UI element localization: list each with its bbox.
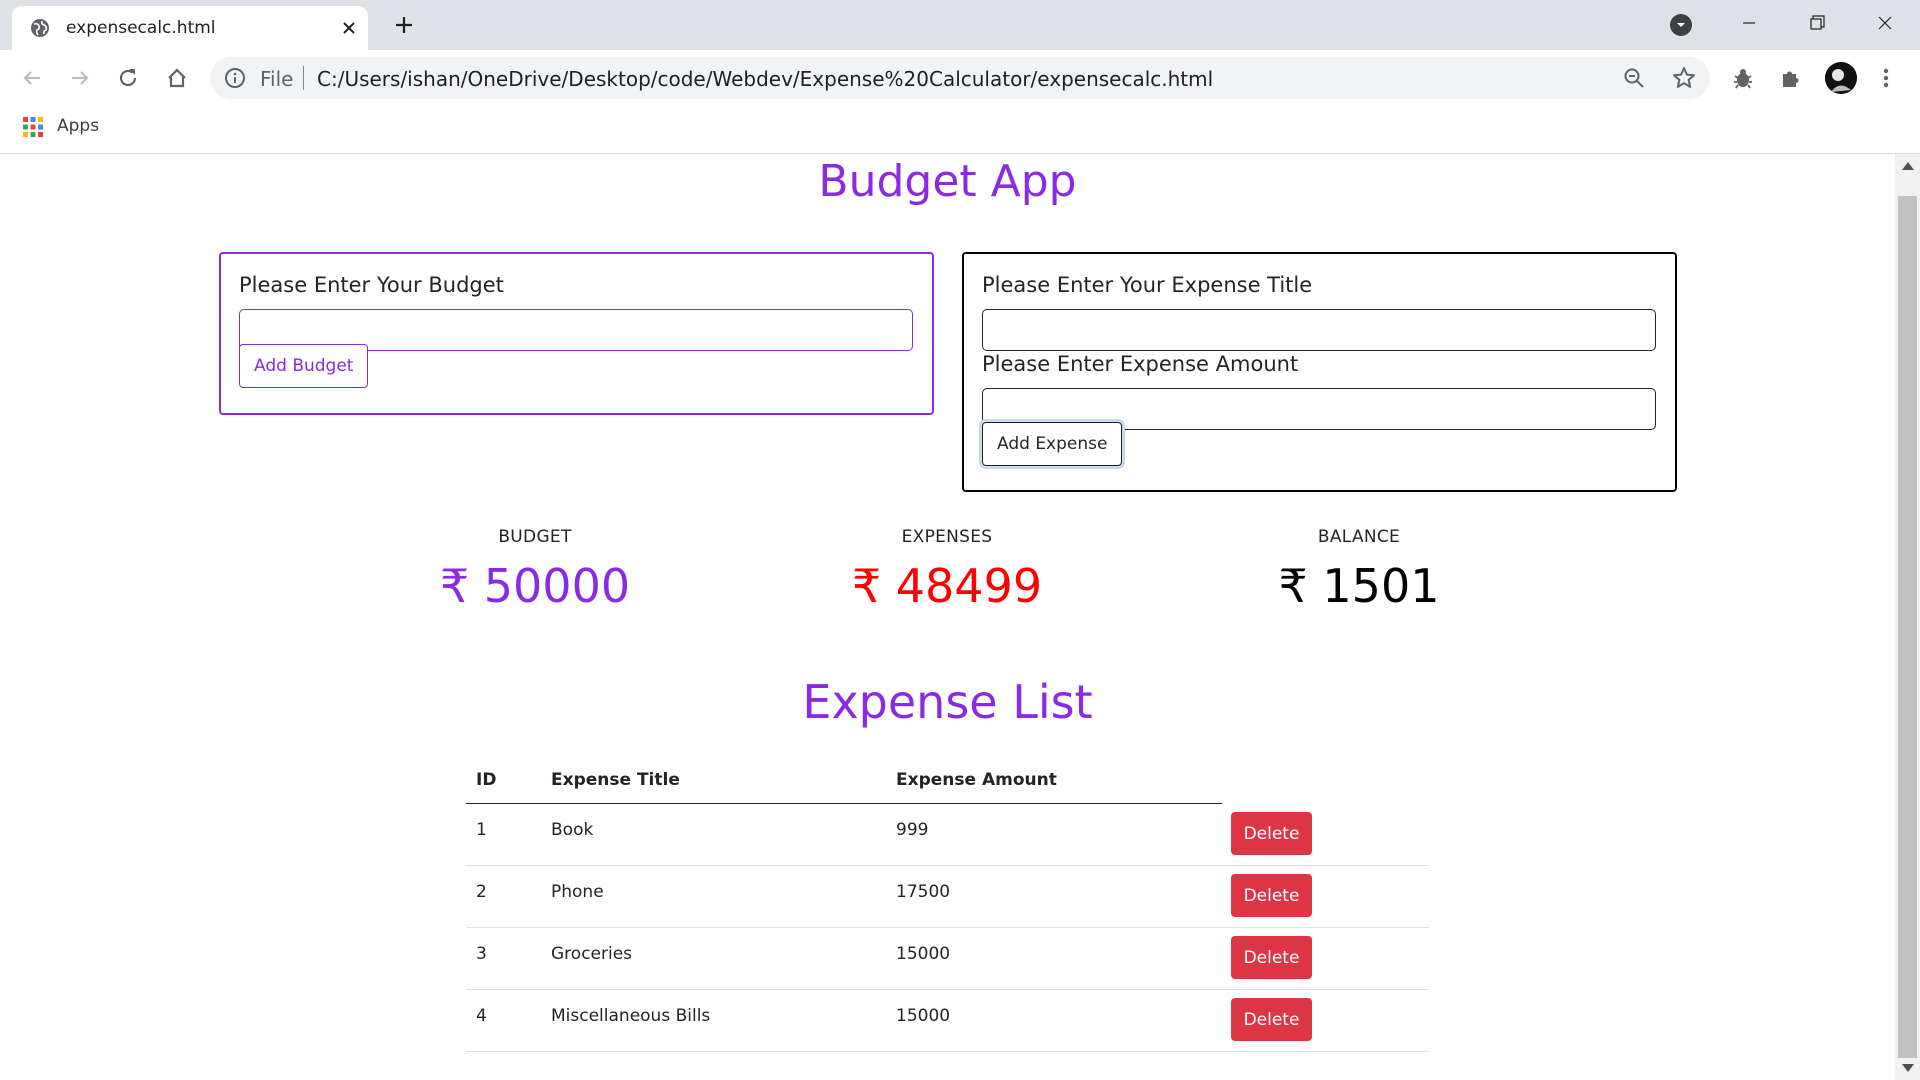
page-content: Budget App Please Enter Your Budget Add …: [0, 154, 1895, 1080]
page-title: Budget App: [818, 156, 1077, 207]
tab-strip: expensecalc.html: [0, 0, 1920, 50]
zoom-icon[interactable]: [1622, 66, 1646, 90]
row-id: 2: [476, 882, 487, 902]
scrollbar-thumb[interactable]: [1898, 196, 1917, 1058]
expense-card: Please Enter Your Expense Title Please E…: [962, 252, 1677, 492]
avatar[interactable]: [1825, 62, 1857, 94]
address-bar[interactable]: File C:/Users/ishan/OneDrive/Desktop/cod…: [210, 57, 1710, 99]
back-icon[interactable]: [18, 64, 46, 92]
browser-tab[interactable]: expensecalc.html: [12, 6, 368, 50]
apps-grid-icon[interactable]: [22, 116, 44, 138]
table-row: 4 Miscellaneous Bills 15000 Delete: [466, 990, 1429, 1052]
browser-toolbar: File C:/Users/ishan/OneDrive/Desktop/cod…: [0, 50, 1920, 106]
budget-card: Please Enter Your Budget Add Budget: [219, 252, 934, 415]
row-id: 4: [476, 1006, 487, 1026]
delete-button[interactable]: Delete: [1231, 812, 1312, 855]
bookmark-star-icon[interactable]: [1671, 65, 1697, 91]
budget-amount: ₹ 50000: [439, 559, 631, 613]
expenses-summary: EXPENSES ₹ 48499: [797, 527, 1097, 613]
url-scheme-label: File: [260, 67, 294, 91]
row-title: Groceries: [551, 944, 633, 964]
row-title: Book: [551, 820, 594, 840]
expense-list-title: Expense List: [802, 675, 1093, 729]
row-amount: 15000: [896, 1006, 951, 1026]
table-row: 1 Book 999 Delete: [466, 804, 1429, 866]
expense-amount-label: Please Enter Expense Amount: [982, 352, 1299, 376]
bug-extension-icon[interactable]: [1729, 64, 1757, 92]
budget-label: Please Enter Your Budget: [239, 273, 504, 297]
row-amount: 15000: [896, 944, 951, 964]
row-id: 3: [476, 944, 487, 964]
restore-icon[interactable]: [1794, 8, 1840, 38]
delete-button[interactable]: Delete: [1231, 874, 1312, 917]
column-header-id: ID: [476, 770, 497, 790]
table-row: 2 Phone 17500 Delete: [466, 866, 1429, 928]
column-header-amount: Expense Amount: [896, 770, 1057, 790]
vertical-scrollbar[interactable]: [1895, 154, 1920, 1080]
balance-summary: BALANCE ₹ 1501: [1209, 527, 1509, 613]
divider: [303, 66, 304, 90]
delete-button[interactable]: Delete: [1231, 936, 1312, 979]
tab-title: expensecalc.html: [66, 18, 216, 38]
row-amount: 999: [896, 820, 929, 840]
row-title: Miscellaneous Bills: [551, 1006, 711, 1026]
row-id: 1: [476, 820, 487, 840]
balance-summary-label: BALANCE: [1317, 527, 1401, 547]
budget-summary: BUDGET ₹ 50000: [385, 527, 685, 613]
close-tab-icon[interactable]: [338, 17, 360, 39]
expense-table: ID Expense Title Expense Amount 1 Book 9…: [466, 760, 1429, 1052]
expenses-amount: ₹ 48499: [851, 559, 1043, 613]
minimize-icon[interactable]: [1726, 8, 1772, 38]
forward-icon[interactable]: [66, 64, 94, 92]
expense-title-label: Please Enter Your Expense Title: [982, 273, 1313, 297]
url-text[interactable]: C:/Users/ishan/OneDrive/Desktop/code/Web…: [317, 67, 1213, 91]
globe-icon: [31, 19, 49, 37]
table-header: ID Expense Title Expense Amount: [466, 760, 1222, 804]
add-budget-button[interactable]: Add Budget: [239, 344, 369, 388]
info-icon[interactable]: [224, 67, 246, 89]
close-window-icon[interactable]: [1862, 8, 1908, 38]
expenses-summary-label: EXPENSES: [901, 527, 993, 547]
table-row: 3 Groceries 15000 Delete: [466, 928, 1429, 990]
add-expense-button[interactable]: Add Expense: [982, 422, 1123, 466]
apps-bookmark[interactable]: Apps: [57, 116, 99, 136]
delete-button[interactable]: Delete: [1231, 998, 1312, 1041]
row-amount: 17500: [896, 882, 951, 902]
reload-icon[interactable]: [114, 64, 142, 92]
tab-search-icon[interactable]: [1670, 14, 1692, 36]
budget-summary-label: BUDGET: [498, 527, 572, 547]
home-icon[interactable]: [163, 64, 191, 92]
new-tab-icon[interactable]: [392, 13, 416, 37]
scroll-up-arrow-icon[interactable]: [1902, 162, 1914, 170]
extensions-puzzle-icon[interactable]: [1777, 64, 1805, 92]
more-menu-icon[interactable]: [1874, 64, 1898, 92]
bookmarks-bar: Apps: [0, 106, 1920, 154]
scroll-down-arrow-icon[interactable]: [1902, 1064, 1914, 1072]
expense-title-input[interactable]: [982, 309, 1656, 351]
row-title: Phone: [551, 882, 604, 902]
column-header-title: Expense Title: [551, 770, 680, 790]
balance-amount: ₹ 1501: [1278, 559, 1440, 613]
